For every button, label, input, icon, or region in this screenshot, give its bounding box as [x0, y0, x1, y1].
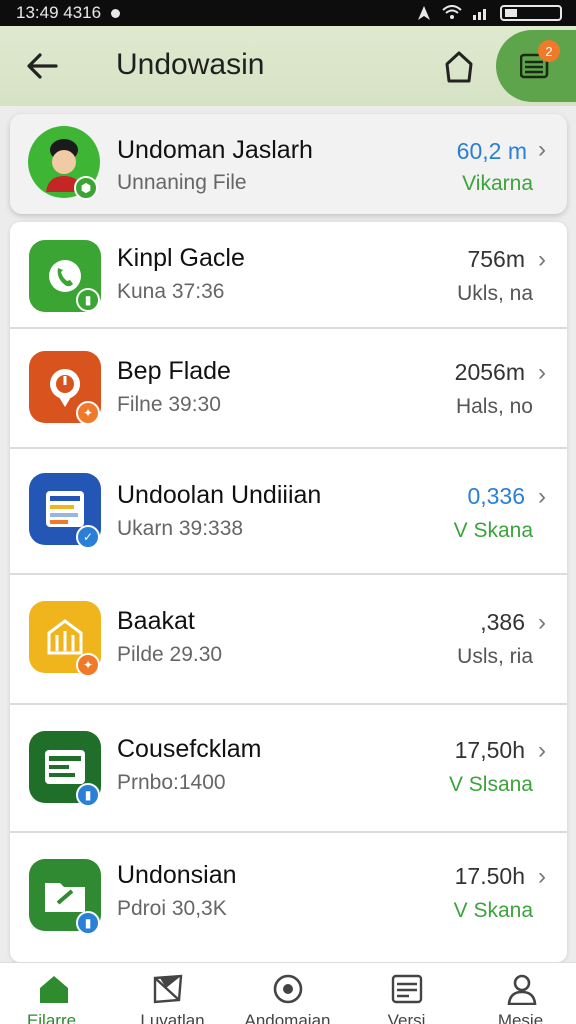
badge-icon: ✦: [76, 653, 100, 677]
nav-label: Andomaian: [244, 1011, 331, 1024]
list-item[interactable]: ✓ Undoolan Undiiian Ukarn 39:338 0,336 V…: [10, 449, 567, 573]
nav-label: Versi: [387, 1011, 426, 1024]
list-item-value: 0,336: [467, 483, 525, 509]
list-item-status: Ukls, na: [457, 282, 533, 305]
list-item[interactable]: ▮ Cousefcklam Prnbo:1400 17,50h V Slsana…: [10, 705, 567, 831]
list-item-status: V Skana: [453, 899, 533, 922]
badge-icon: ▮: [76, 911, 100, 935]
chevron-right-icon: ›: [538, 483, 546, 510]
notification-badge: 2: [538, 40, 560, 62]
list-icon: [391, 973, 423, 1005]
list-item-subtitle: Pilde 29.30: [117, 643, 223, 666]
home-icon: [38, 973, 70, 1005]
home-button[interactable]: [438, 46, 480, 88]
status-badge-icon: ⬢: [74, 176, 98, 200]
menu-button[interactable]: [496, 30, 576, 102]
list-item-value: 2056m: [454, 359, 525, 385]
nav-label: Luvatlan: [140, 1011, 205, 1024]
bottom-nav: Eilarre Luvatlan Andomaian Versi Mesie: [0, 962, 576, 1024]
list-item-status: V Skana: [453, 519, 533, 542]
list-item-title: Baakat: [117, 607, 195, 635]
list-item[interactable]: ▮ Undonsian Pdroi 30,3K 17.50h V Skana ›: [10, 833, 567, 962]
wifi-icon: [442, 5, 462, 19]
list-item-status: Usls, ria: [457, 645, 533, 668]
list-item-status: Hals, no: [455, 395, 533, 418]
list-item-title: Undonsian: [117, 861, 237, 889]
list-item-status: V Slsana: [448, 773, 533, 796]
list-item-value: ,386: [480, 609, 525, 635]
status-bar: 13:49 4316: [0, 0, 576, 26]
list-item[interactable]: ✦ Baakat Pilde 29.30 ,386 Usls, ria ›: [10, 575, 567, 703]
back-button[interactable]: [22, 46, 62, 86]
list-item[interactable]: ✦ Bep Flade Filne 39:30 2056m Hals, no ›: [10, 329, 567, 447]
status-time: 13:49 4316: [16, 3, 102, 22]
list-item-value: 17.50h: [454, 863, 525, 889]
list-item[interactable]: ▮ Kinpl Gacle Kuna 37:36 756m Ukls, na ›: [10, 222, 567, 327]
arrow-left-icon: [27, 53, 58, 79]
chevron-right-icon: ›: [538, 863, 546, 890]
list-item-title: Undoolan Undiiian: [117, 481, 322, 509]
list-item-subtitle: Filne 39:30: [117, 393, 221, 416]
badge-icon: ▮: [76, 288, 100, 312]
notification-dot-icon: [111, 8, 121, 18]
list-item-subtitle: Ukarn 39:338: [117, 517, 244, 540]
chevron-right-icon: ›: [538, 737, 546, 764]
chevron-right-icon: ›: [538, 359, 546, 386]
list-item-title: Bep Flade: [117, 357, 231, 385]
featured-item[interactable]: ⬢ Undoman Jaslarh Unnaning File 60,2 m V…: [10, 114, 567, 214]
target-icon: [272, 973, 304, 1005]
signal-icon: [473, 9, 486, 20]
nav-label: Mesie: [497, 1011, 544, 1024]
chevron-right-icon: ›: [538, 136, 546, 163]
badge-icon: ✦: [76, 401, 100, 425]
nav-item-profile[interactable]: Mesie: [461, 963, 576, 1024]
nav-label: Eilarre: [26, 1011, 77, 1024]
nav-item-home[interactable]: Eilarre: [0, 963, 115, 1024]
list-item-subtitle: Prnbo:1400: [117, 771, 226, 794]
battery-icon: [500, 5, 562, 21]
nav-item-target[interactable]: Andomaian: [230, 963, 345, 1024]
list-item-title: Kinpl Gacle: [117, 244, 245, 272]
nav-item-list[interactable]: Versi: [345, 963, 460, 1024]
list-item-title: Cousefcklam: [117, 735, 262, 763]
featured-title: Undoman Jaslarh: [117, 136, 313, 164]
featured-subtitle: Unnaning File: [117, 171, 247, 194]
badge-icon: ▮: [76, 783, 100, 807]
profile-icon: [506, 973, 538, 1005]
location-icon: [418, 6, 430, 20]
featured-status: Vikarna: [462, 172, 533, 195]
item-list: ▮ Kinpl Gacle Kuna 37:36 756m Ukls, na ›…: [10, 222, 567, 962]
check-badge-icon: ✓: [76, 525, 100, 549]
list-item-subtitle: Pdroi 30,3K: [117, 897, 227, 920]
app-bar: Undowasin 2: [0, 26, 576, 106]
chevron-right-icon: ›: [538, 246, 546, 273]
featured-value: 60,2 m: [456, 138, 527, 164]
nav-item-map[interactable]: Luvatlan: [115, 963, 230, 1024]
list-item-value: 756m: [467, 246, 525, 272]
list-item-value: 17,50h: [454, 737, 525, 763]
house-icon: [445, 51, 473, 83]
list-item-subtitle: Kuna 37:36: [117, 280, 225, 303]
map-icon: [152, 973, 184, 1005]
page-title: Undowasin: [116, 48, 265, 81]
chevron-right-icon: ›: [538, 609, 546, 636]
